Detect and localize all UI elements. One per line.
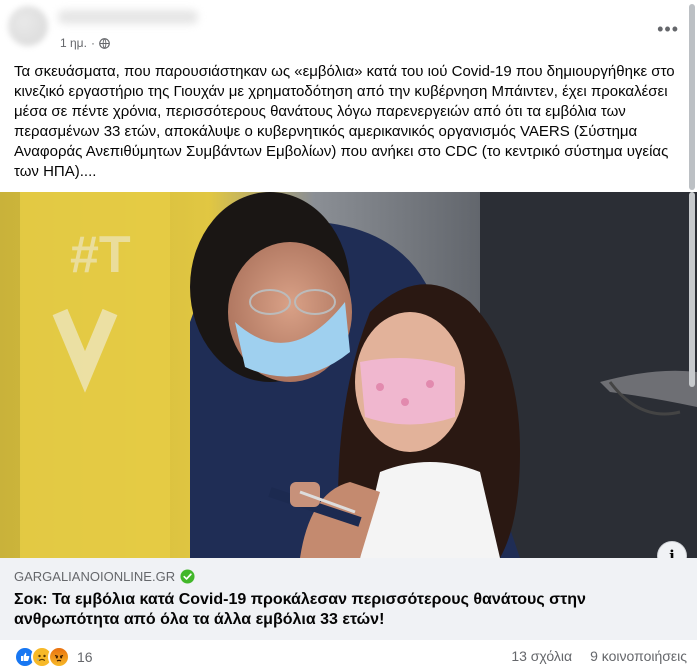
link-source-row: GARGALIANOIONLINE.GR bbox=[14, 569, 195, 584]
link-title[interactable]: Σοκ: Τα εμβόλια κατά Covid-19 προκάλεσαν… bbox=[14, 590, 674, 630]
link-source[interactable]: GARGALIANOIONLINE.GR bbox=[14, 569, 175, 584]
facebook-post: 1 ημ. · ••• Τα σκευάσματα, που παρουσιάσ… bbox=[0, 0, 697, 671]
meta-separator: · bbox=[90, 36, 95, 50]
engagement-counts: 13 σχόλια 9 κοινοποιήσεις bbox=[511, 648, 687, 664]
author-name-redacted[interactable] bbox=[58, 10, 198, 24]
post-header: 1 ημ. · ••• bbox=[0, 0, 697, 56]
post-time[interactable]: 1 ημ. bbox=[60, 36, 87, 50]
svg-text:#T: #T bbox=[70, 226, 131, 284]
shares-count[interactable]: 9 κοινοποιήσεις bbox=[590, 648, 687, 664]
reaction-count[interactable]: 16 bbox=[77, 649, 93, 665]
comments-count[interactable]: 13 σχόλια bbox=[511, 648, 572, 664]
angry-icon bbox=[48, 646, 70, 668]
reactions-summary[interactable]: 16 bbox=[14, 646, 93, 668]
post-meta: 1 ημ. · bbox=[60, 36, 110, 50]
globe-icon bbox=[99, 37, 110, 49]
post-photo[interactable]: #T bbox=[0, 192, 697, 558]
vaccination-photo: #T bbox=[0, 192, 697, 558]
scrollbar-thumb[interactable] bbox=[689, 4, 695, 190]
post-text: Τα σκευάσματα, που παρουσιάστηκαν ως «εμ… bbox=[14, 63, 675, 180]
verified-check-icon bbox=[180, 569, 195, 584]
avatar[interactable] bbox=[8, 6, 48, 46]
more-horizontal-icon[interactable]: ••• bbox=[657, 20, 679, 38]
post-footer: 16 13 σχόλια 9 κοινοποιήσεις bbox=[0, 644, 697, 671]
scrollbar-track-overlay[interactable] bbox=[689, 192, 695, 387]
